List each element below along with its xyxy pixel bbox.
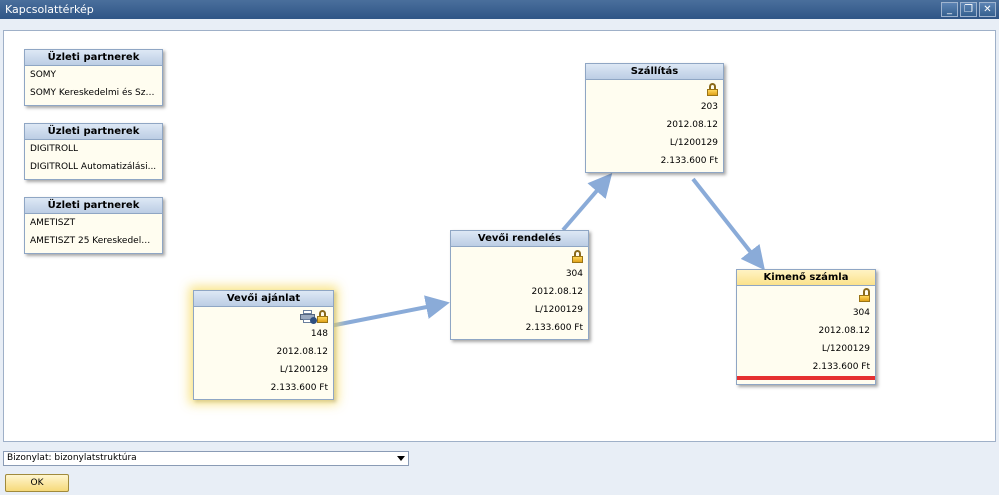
doc-icons — [591, 80, 718, 98]
doc-card-sales-quote[interactable]: Vevői ajánlat 148 2012.08.12 L/1200129 2… — [193, 290, 334, 400]
bp-card-3[interactable]: Üzleti partnerek AMETISZT AMETISZT 25 Ke… — [24, 197, 163, 254]
doc-card-title: Vevői rendelés — [451, 231, 588, 247]
arrow-delivery-to-invoice — [691, 177, 765, 271]
doc-date: 2012.08.12 — [818, 326, 870, 336]
doc-amount: 2.133.600 Ft — [525, 323, 583, 333]
doc-reference: L/1200129 — [534, 305, 583, 315]
printer-icon — [300, 309, 317, 324]
doc-date: 2012.08.12 — [531, 287, 583, 297]
document-structure-select[interactable]: Bizonylat: bizonylatstruktúra — [3, 451, 409, 466]
bp-name: SOMY Kereskedelmi és Szo... — [30, 88, 157, 98]
status-bar — [737, 376, 875, 380]
chevron-down-icon[interactable] — [397, 456, 405, 461]
doc-card-title: Vevői ajánlat — [194, 291, 333, 307]
doc-icons — [742, 286, 870, 304]
doc-reference: L/1200129 — [821, 344, 870, 354]
bp-name: AMETISZT 25 Kereskedelm... — [30, 236, 157, 246]
bp-code: SOMY — [30, 70, 57, 80]
doc-number: 203 — [700, 102, 718, 112]
maximize-button[interactable]: ❐ — [960, 2, 977, 17]
doc-card-title: Szállítás — [586, 64, 723, 80]
doc-number: 304 — [565, 269, 583, 279]
ok-button[interactable]: OK — [5, 474, 69, 492]
bp-card-title: Üzleti partnerek — [25, 50, 162, 66]
doc-card-sales-order[interactable]: Vevői rendelés 304 2012.08.12 L/1200129 … — [450, 230, 589, 340]
bp-card-1[interactable]: Üzleti partnerek SOMY SOMY Kereskedelmi … — [24, 49, 163, 106]
doc-icons — [456, 247, 583, 265]
bp-code: DIGITROLL — [30, 144, 79, 154]
lock-icon — [317, 309, 328, 323]
bp-card-title: Üzleti partnerek — [25, 198, 162, 214]
bp-code: AMETISZT — [30, 218, 76, 228]
doc-number: 148 — [310, 329, 328, 339]
window-controls: _ ❐ ✕ — [941, 2, 996, 17]
title-bar: Kapcsolattérkép _ ❐ ✕ — [0, 0, 999, 19]
unlock-icon — [859, 287, 870, 302]
lock-icon — [707, 82, 718, 96]
arrow-order-to-delivery — [561, 172, 613, 232]
bp-card-2[interactable]: Üzleti partnerek DIGITROLL DIGITROLL Aut… — [24, 123, 163, 180]
doc-amount: 2.133.600 Ft — [270, 383, 328, 393]
doc-icons — [199, 307, 328, 325]
close-button[interactable]: ✕ — [979, 2, 996, 17]
doc-date: 2012.08.12 — [276, 347, 328, 357]
doc-date: 2012.08.12 — [666, 120, 718, 130]
minimize-button[interactable]: _ — [941, 2, 958, 17]
bp-name: DIGITROLL Automatizálási... — [30, 162, 157, 172]
select-value: Bizonylat: bizonylatstruktúra — [7, 453, 137, 463]
doc-number: 304 — [852, 308, 870, 318]
window-title: Kapcsolattérkép — [5, 3, 94, 16]
bp-card-title: Üzleti partnerek — [25, 124, 162, 140]
doc-amount: 2.133.600 Ft — [812, 362, 870, 372]
doc-amount: 2.133.600 Ft — [660, 156, 718, 166]
doc-reference: L/1200129 — [279, 365, 328, 375]
doc-card-title: Kimenő számla — [737, 270, 875, 286]
doc-reference: L/1200129 — [669, 138, 718, 148]
lock-icon — [572, 249, 583, 263]
relationship-map-canvas: Üzleti partnerek SOMY SOMY Kereskedelmi … — [3, 30, 996, 442]
doc-card-ar-invoice[interactable]: Kimenő számla 304 2012.08.12 L/1200129 2… — [736, 269, 876, 385]
doc-card-delivery[interactable]: Szállítás 203 2012.08.12 L/1200129 2.133… — [585, 63, 724, 173]
arrow-quote-to-order — [329, 295, 450, 328]
